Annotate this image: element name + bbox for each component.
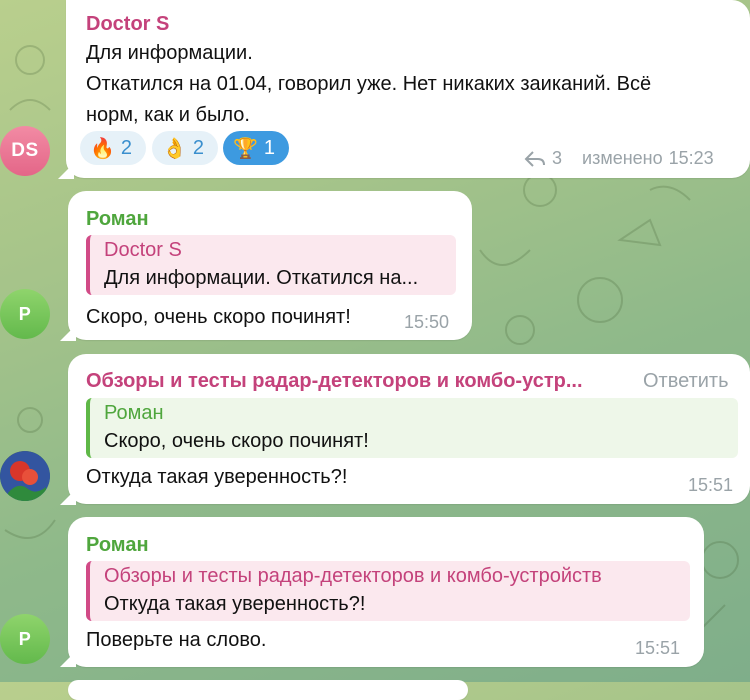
avatar-channel[interactable]: [0, 451, 50, 501]
avatar-initials: Р: [18, 628, 32, 649]
message-bubble[interactable]: Роман Doctor S Для информации. Откатился…: [68, 191, 472, 340]
message-meta: 3 изменено 15:23: [524, 148, 714, 169]
quote-text: Скоро, очень скоро починят!: [104, 430, 369, 452]
message-time: 15:51: [688, 475, 734, 495]
sender-name[interactable]: Doctor S: [86, 13, 169, 36]
reply-quote[interactable]: Роман Скоро, очень скоро починят!: [86, 398, 738, 458]
reply-quote[interactable]: Doctor S Для информации. Откатился на...: [86, 235, 456, 295]
message-time: 15:50: [404, 312, 450, 332]
message-time: 15:23: [668, 148, 714, 168]
edited-label: изменено: [582, 148, 663, 168]
message-time: 15:51: [635, 638, 681, 658]
message-line: Для информации.: [86, 42, 253, 64]
sender-name[interactable]: Роман: [86, 208, 149, 231]
reply-quote[interactable]: Обзоры и тесты радар-детекторов и комбо-…: [86, 561, 690, 621]
reaction-fire[interactable]: 🔥 2: [80, 131, 146, 165]
message-bubble[interactable]: Doctor S Для информации. Откатился на 01…: [66, 0, 750, 178]
sender-name[interactable]: Роман: [86, 534, 149, 557]
fire-icon: 🔥: [90, 137, 115, 160]
reaction-trophy[interactable]: 🏆 1: [223, 131, 289, 165]
sender-name[interactable]: Обзоры и тесты радар-детекторов и комбо-…: [86, 370, 583, 393]
quote-sender: Обзоры и тесты радар-детекторов и комбо-…: [104, 565, 602, 587]
message-bubble[interactable]: Роман Обзоры и тесты радар-детекторов и …: [68, 517, 704, 667]
reaction-ok-hand[interactable]: 👌 2: [152, 131, 218, 165]
quote-text: Откуда такая уверенность?!: [104, 593, 366, 615]
message-line: Откатился на 01.04, говорил уже. Нет ник…: [86, 73, 652, 95]
message-text: Поверьте на слово.: [86, 629, 267, 651]
quote-sender: Роман: [104, 402, 164, 424]
message-text: Скоро, очень скоро починят!: [86, 306, 351, 328]
flower-picture-icon: [0, 451, 50, 501]
message-line: норм, как и было.: [86, 104, 250, 126]
reply-arrow-icon[interactable]: [524, 150, 546, 168]
reaction-count: 2: [120, 136, 133, 159]
message-bubble-partial[interactable]: [68, 680, 468, 700]
reaction-count: 1: [263, 136, 276, 159]
quote-sender: Doctor S: [104, 239, 182, 261]
replies-count[interactable]: 3: [552, 148, 562, 169]
message-bubble[interactable]: Обзоры и тесты радар-детекторов и комбо-…: [68, 354, 750, 504]
message-text: Для информации. Откатился на 01.04, гово…: [86, 38, 651, 131]
message-text: Откуда такая уверенность?!: [86, 466, 348, 488]
reply-button[interactable]: Ответить: [643, 370, 729, 393]
avatar-doctor-s[interactable]: DS: [0, 126, 50, 176]
avatar-initials: Р: [18, 303, 32, 324]
avatar-roman[interactable]: Р: [0, 614, 50, 664]
ok-hand-icon: 👌: [162, 137, 187, 160]
avatar-roman[interactable]: Р: [0, 289, 50, 339]
reaction-count: 2: [192, 136, 205, 159]
avatar-initials: DS: [11, 140, 39, 161]
trophy-icon: 🏆: [233, 137, 258, 160]
quote-text: Для информации. Откатился на...: [104, 267, 419, 289]
